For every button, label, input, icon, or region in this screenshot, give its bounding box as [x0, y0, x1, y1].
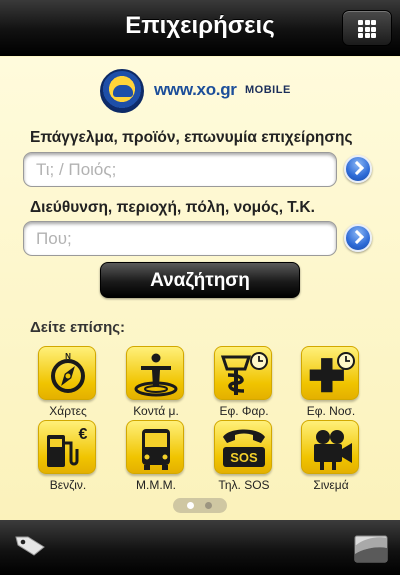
page-indicator[interactable]: [173, 498, 227, 513]
page-dot-active: [187, 502, 194, 509]
tile-label: Εφ. Νοσ.: [306, 404, 356, 418]
svg-text:N: N: [65, 352, 71, 361]
tile-label: Τηλ. SOS: [218, 478, 270, 492]
tile-nearby[interactable]: Κοντά μ.: [126, 346, 186, 426]
tile-public-transport[interactable]: Μ.Μ.Μ.: [126, 420, 186, 500]
tag-icon[interactable]: [14, 533, 46, 557]
tile-pharmacies[interactable]: Εφ. Φαρ.: [214, 346, 274, 426]
what-label: Επάγγελμα, προϊόν, επωνυμία επιχείρησης: [30, 129, 353, 146]
bottom-bar: [0, 520, 400, 575]
what-input[interactable]: Τι; / Ποιός;: [23, 152, 337, 187]
page-curl-icon[interactable]: [352, 528, 390, 566]
see-also-title: Δείτε επίσης:: [30, 319, 126, 336]
sos-phone-icon: SOS: [223, 429, 265, 467]
logo-text: www.xo.gr: [154, 80, 237, 99]
search-button[interactable]: Αναζήτηση: [100, 262, 300, 298]
tile-gas-stations[interactable]: € Βενζιν.: [38, 420, 98, 500]
top-bar: Επιχειρήσεις: [0, 0, 400, 56]
chevron-right-icon: [349, 160, 365, 176]
compass-icon: N: [51, 352, 85, 393]
tile-cinemas[interactable]: Σινεμά: [301, 420, 361, 500]
bus-icon: [142, 429, 170, 470]
tile-label: Χάρτες: [49, 404, 87, 418]
where-placeholder: Που;: [36, 229, 72, 248]
tile-sos-phones[interactable]: SOS Τηλ. SOS: [214, 420, 274, 500]
fuel-pump-euro-icon: €: [47, 426, 88, 467]
movie-camera-icon: [314, 430, 352, 470]
logo-emblem-icon: [100, 69, 144, 113]
tile-label: Βενζιν.: [49, 478, 87, 492]
page-title: Επιχειρήσεις: [125, 12, 275, 39]
chevron-right-icon: [349, 229, 365, 245]
page-dot: [205, 502, 212, 509]
tile-label: Κοντά μ.: [133, 404, 179, 418]
tile-label: Εφ. Φαρ.: [219, 404, 269, 418]
what-placeholder: Τι; / Ποιός;: [36, 160, 117, 179]
tile-hospitals[interactable]: Εφ. Νοσ.: [301, 346, 361, 426]
logo-suffix: MOBILE: [245, 84, 291, 96]
where-label: Διεύθυνση, περιοχή, πόλη, νομός, Τ.Κ.: [30, 199, 315, 216]
pharmacy-clock-icon: [220, 352, 268, 395]
svg-text:€: €: [79, 426, 88, 443]
where-input[interactable]: Που;: [23, 221, 337, 256]
grid-icon: [358, 20, 378, 38]
tile-label: Σινεμά: [313, 478, 349, 492]
hospital-cross-clock-icon: [309, 352, 355, 393]
tile-maps[interactable]: N Χάρτες: [38, 346, 98, 426]
xo-logo: www.xo.gr MOBILE: [100, 69, 300, 115]
person-nearby-icon: [134, 353, 178, 397]
menu-grid-button[interactable]: [342, 10, 392, 46]
what-go-button[interactable]: [344, 155, 372, 183]
main-content: www.xo.gr MOBILE Επάγγελμα, προϊόν, επων…: [0, 57, 400, 520]
where-go-button[interactable]: [344, 224, 372, 252]
tile-label: Μ.Μ.Μ.: [136, 478, 176, 492]
sos-text: SOS: [230, 450, 258, 465]
